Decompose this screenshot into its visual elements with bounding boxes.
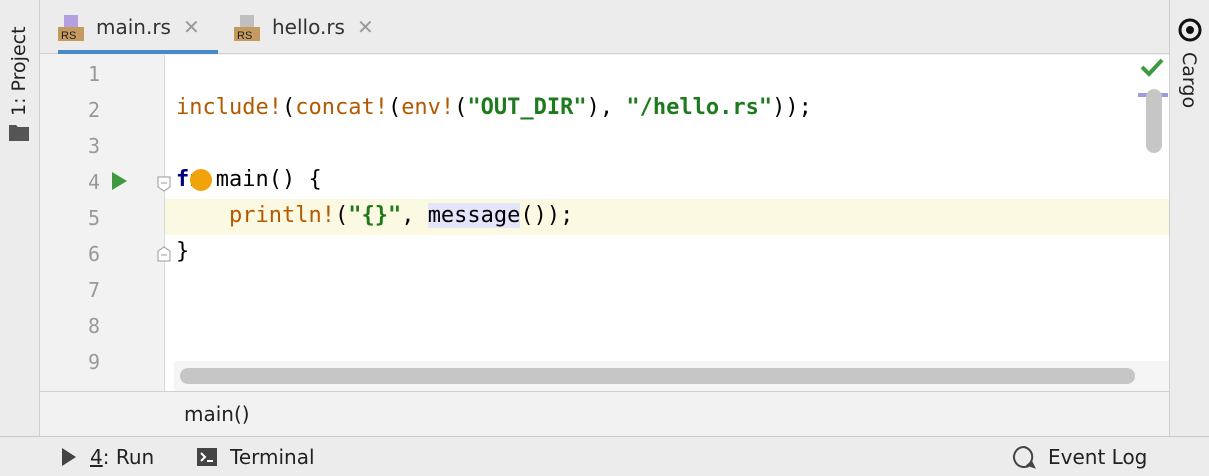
- terminal-icon: [197, 448, 217, 466]
- intention-bulb-icon[interactable]: [190, 169, 212, 191]
- run-tool-mnemonic: 4: [90, 445, 103, 469]
- run-tool-label: : Run: [102, 445, 155, 469]
- project-tool-tab[interactable]: 1: Project: [0, 0, 40, 150]
- terminal-tool-label: Terminal: [230, 445, 315, 469]
- keyword-token: f: [176, 167, 190, 192]
- punct-token: (: [387, 95, 402, 120]
- punct-token: ,: [401, 203, 428, 228]
- breadcrumb-item[interactable]: main(): [184, 402, 250, 426]
- event-log-tool-button[interactable]: Event Log: [1012, 437, 1147, 476]
- vertical-scrollbar[interactable]: [1146, 89, 1162, 153]
- line-number: 5: [87, 206, 100, 230]
- code-line-2[interactable]: include!(concat!(env!("OUT_DIR"), "/hell…: [176, 95, 812, 120]
- line-number: 6: [87, 242, 100, 266]
- punct-token: ),: [586, 95, 627, 120]
- terminal-tool-button[interactable]: Terminal: [196, 437, 315, 476]
- tab-label: main.rs: [96, 15, 171, 39]
- close-icon[interactable]: ✕: [357, 15, 374, 39]
- breadcrumb: main(): [40, 391, 1169, 436]
- tab-label: hello.rs: [272, 15, 345, 39]
- folder-icon: [9, 125, 29, 141]
- code-text: main() {: [202, 167, 322, 192]
- macro-token: include!: [176, 95, 282, 120]
- svg-text:RS: RS: [61, 30, 76, 42]
- editor-tabs: RS main.rs ✕ RS hello.rs ✕: [40, 0, 1169, 54]
- string-token: "/hello.rs": [626, 95, 773, 120]
- punct-token: ());: [520, 203, 574, 228]
- macro-token: println!: [228, 203, 335, 228]
- event-log-icon: [1013, 445, 1036, 469]
- punct-token: (: [454, 95, 468, 120]
- run-gutter-icon[interactable]: [110, 171, 128, 191]
- run-tool-button[interactable]: 4: Run: [60, 437, 154, 476]
- svg-text:RS: RS: [237, 30, 252, 42]
- code-line-6[interactable]: }: [176, 239, 189, 264]
- left-tool-strip: 1: Project: [0, 0, 40, 436]
- editor-gutter[interactable]: 1 2 3 4 5 6 7 8 9: [40, 55, 171, 391]
- line-number: 4: [87, 170, 100, 194]
- active-tab-indicator: [58, 50, 218, 54]
- line-number: 2: [87, 98, 100, 122]
- code-editor[interactable]: 1 2 3 4 5 6 7 8 9 include!(concat!(env!(…: [40, 55, 1169, 391]
- string-token: "OUT_DIR": [467, 95, 587, 120]
- fold-open-icon[interactable]: [157, 176, 171, 192]
- event-log-tool-label: Event Log: [1048, 445, 1148, 469]
- tab-hello-rs[interactable]: RS hello.rs ✕: [234, 0, 374, 54]
- inspection-ok-check-icon[interactable]: [1140, 57, 1164, 77]
- punct-token: ));: [772, 95, 812, 120]
- close-icon[interactable]: ✕: [183, 15, 200, 39]
- cargo-tool-label: Cargo: [1178, 52, 1200, 109]
- rust-file-icon: RS: [234, 12, 264, 42]
- line-number: 7: [87, 278, 100, 302]
- horizontal-scrollbar[interactable]: [180, 368, 1135, 384]
- play-icon: [62, 448, 76, 466]
- punct-token: (: [281, 95, 296, 120]
- highlighted-call-token: message: [427, 203, 521, 228]
- fold-close-icon[interactable]: [157, 246, 171, 262]
- project-tool-label: 1: Project: [8, 26, 30, 116]
- string-token: "{}": [348, 203, 402, 228]
- macro-token: concat!: [295, 95, 388, 120]
- line-number: 8: [87, 314, 100, 338]
- line-number: 9: [87, 350, 100, 374]
- line-number: 3: [87, 134, 100, 158]
- bottom-tool-bar: 4: Run Terminal Event Log: [0, 436, 1209, 476]
- cargo-icon: [1178, 18, 1202, 42]
- macro-token: env!: [401, 95, 455, 120]
- code-text: }: [176, 239, 190, 264]
- rust-file-icon: RS: [58, 12, 88, 42]
- tab-main-rs[interactable]: RS main.rs ✕: [58, 0, 218, 54]
- line-number: 1: [87, 62, 100, 86]
- punct-token: (: [334, 203, 349, 228]
- code-line-5[interactable]: println!("{}", message());: [176, 203, 573, 228]
- right-tool-strip: Cargo: [1169, 0, 1209, 436]
